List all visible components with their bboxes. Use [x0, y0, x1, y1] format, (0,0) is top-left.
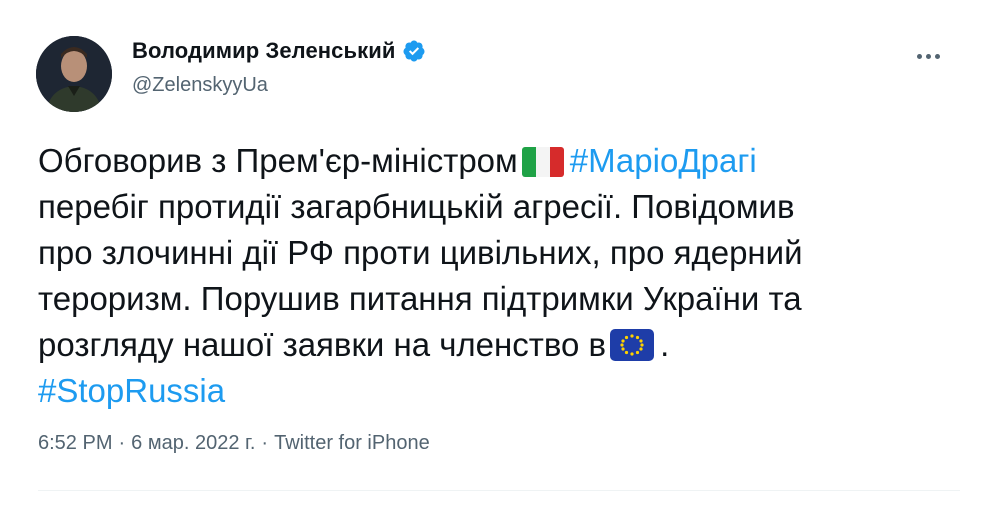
tweet-metadata: 6:52 PM · 6 мар. 2022 г. · Twitter for iPhon…	[38, 432, 430, 455]
meta-separator: ·	[118, 432, 126, 454]
tweet-card: Володимир Зеленський @ZelenskyyUa Обгово…	[0, 0, 984, 512]
more-dot	[916, 53, 922, 59]
hashtag-link-stop-russia[interactable]: #StopRussia	[38, 372, 225, 409]
verified-badge-icon	[402, 40, 424, 62]
tweet-text-segment: розгляду нашої заявки на членство в	[38, 326, 607, 363]
tweet-line: #StopRussia	[38, 368, 958, 414]
tweet-text-segment: Обговорив з Прем'єр-міністром	[38, 142, 518, 179]
divider	[38, 490, 960, 491]
tweet-text-segment: .	[660, 326, 670, 363]
more-dot	[934, 53, 940, 59]
tweet-date[interactable]: 6 мар. 2022 г.	[131, 432, 255, 454]
eu-flag-emoji	[610, 329, 655, 361]
avatar[interactable]	[36, 36, 112, 112]
more-options-icon[interactable]	[910, 46, 946, 66]
tweet-line: перебіг протидії загарбницькій агресії. …	[38, 188, 795, 225]
tweet-line: розгляду нашої заявки на членство в .	[38, 322, 958, 368]
more-dot	[925, 53, 931, 59]
tweet-line: Обговорив з Прем'єр-міністром #МаріоДраг…	[38, 138, 958, 184]
tweet-line: про злочинні дії РФ проти цивільних, про…	[38, 234, 803, 271]
tweet-text: Обговорив з Прем'єр-міністром #МаріоДраг…	[38, 138, 958, 414]
hashtag-link-mario-draghi[interactable]: #МаріоДрагі	[570, 142, 757, 179]
tweet-line: тероризм. Порушив питання підтримки Укра…	[38, 280, 802, 317]
tweet-time[interactable]: 6:52 PM	[38, 432, 112, 454]
author-display-name[interactable]: Володимир Зеленський	[132, 38, 396, 64]
author-handle[interactable]: @ZelenskyyUa	[132, 74, 268, 97]
meta-separator: ·	[261, 432, 269, 454]
author-name-row: Володимир Зеленський	[132, 38, 426, 64]
tweet-source[interactable]: Twitter for iPhone	[274, 432, 430, 454]
italy-flag-emoji	[521, 147, 564, 177]
